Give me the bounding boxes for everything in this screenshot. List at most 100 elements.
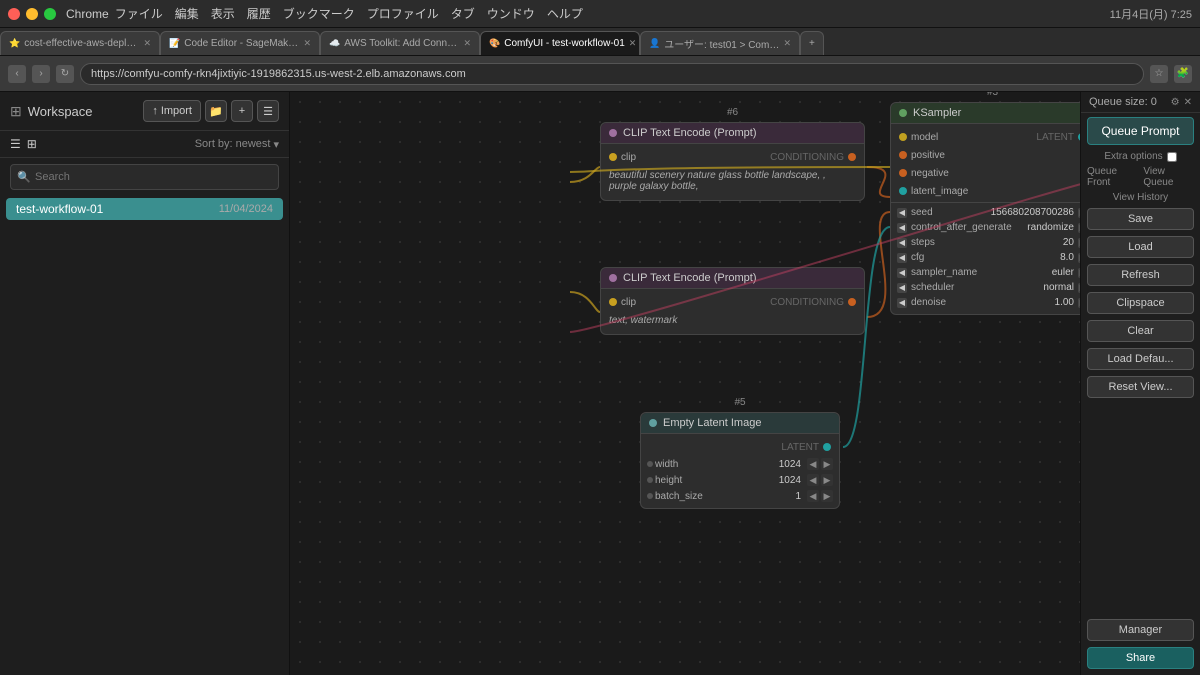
canvas-area[interactable]: #6 CLIP Text Encode (Prompt) clip CONDIT… [290, 92, 1080, 675]
tab-4-close[interactable]: ✕ [629, 38, 637, 49]
tab-1[interactable]: ⭐ cost-effective-aws-deploym... ✕ [0, 31, 160, 55]
menu-bookmark[interactable]: ブックマーク [283, 5, 355, 22]
menu-history[interactable]: 履歴 [247, 5, 271, 22]
tab-2[interactable]: 📝 Code Editor - SageMaker Stu... ✕ [160, 31, 320, 55]
cfg-right-btn[interactable]: ▶ [1078, 253, 1080, 263]
clip2-in-label: clip [621, 297, 636, 308]
cfg-value: 8.0 [1005, 252, 1074, 263]
folder-button[interactable]: 📁 [205, 100, 227, 122]
seed-expand[interactable]: ◀ [897, 208, 907, 218]
back-button[interactable]: ‹ [8, 65, 26, 83]
list-view-icon[interactable]: ☰ [10, 137, 21, 151]
sampler-label: sampler_name [911, 267, 1001, 278]
node-number-6: #6 [727, 107, 738, 118]
menu-tab[interactable]: タブ [451, 5, 475, 22]
extra-options-checkbox[interactable] [1167, 152, 1177, 162]
reset-view-button[interactable]: Reset View... [1087, 376, 1194, 398]
tab-5[interactable]: 👤 ユーザー: test01 > ComfyUlus... ✕ [640, 31, 800, 55]
load-default-button[interactable]: Load Defau... [1087, 348, 1194, 370]
system-bar: Chrome ファイル 編集 表示 履歴 ブックマーク プロファイル タブ ウン… [0, 0, 1200, 28]
width-decrease[interactable]: ◀ [807, 458, 819, 470]
new-tab-btn[interactable]: + [800, 31, 824, 55]
traffic-light-yellow[interactable] [26, 8, 38, 20]
forward-button[interactable]: › [32, 65, 50, 83]
scheduler-right-btn[interactable]: ▶ [1078, 283, 1080, 293]
bookmark-btn[interactable]: ☆ [1150, 65, 1168, 83]
clip2-text: text, watermark [601, 311, 864, 330]
steps-right-btn[interactable]: ▶ [1078, 238, 1080, 248]
traffic-light-red[interactable] [8, 8, 20, 20]
add-workflow-button[interactable]: + [231, 100, 253, 122]
queue-close-icon[interactable]: ✕ [1184, 97, 1192, 108]
url-text: https://comfyu-comfy-rkn4jixtiyic-191986… [91, 68, 466, 80]
app-name: Chrome [66, 7, 109, 21]
manager-button[interactable]: Manager [1087, 619, 1194, 641]
positive-in-dot [899, 151, 907, 159]
traffic-light-green[interactable] [44, 8, 56, 20]
menu-file[interactable]: ファイル [115, 5, 163, 22]
tab-3[interactable]: ☁️ AWS Toolkit: Add Connection... ✕ [320, 31, 480, 55]
negative-label: negative [911, 168, 949, 179]
extra-options-label: Extra options [1104, 151, 1162, 162]
menu-help[interactable]: ヘルプ [547, 5, 583, 22]
view-history-btn[interactable]: View History [1113, 192, 1168, 203]
grid-view-icon[interactable]: ⊞ [27, 137, 37, 151]
clear-button[interactable]: Clear [1087, 320, 1194, 342]
node-port-clip1-in: clip CONDITIONING [601, 148, 864, 166]
clipspace-button[interactable]: Clipspace [1087, 292, 1194, 314]
height-decrease[interactable]: ◀ [807, 474, 819, 486]
workflow-item-1[interactable]: test-workflow-01 11/04/2024 [6, 198, 283, 220]
batch-increase[interactable]: ▶ [821, 490, 833, 502]
batch-decrease[interactable]: ◀ [807, 490, 819, 502]
tab-3-close[interactable]: ✕ [463, 38, 471, 49]
width-increase[interactable]: ▶ [821, 458, 833, 470]
queue-settings-icon[interactable]: ⚙ [1171, 97, 1180, 108]
control-right-btn[interactable]: ▶ [1078, 223, 1080, 233]
height-increase[interactable]: ▶ [821, 474, 833, 486]
node-dot-clip1 [609, 129, 617, 137]
save-button[interactable]: Save [1087, 208, 1194, 230]
refresh-button-panel[interactable]: Refresh [1087, 264, 1194, 286]
sampler-right-btn[interactable]: ▶ [1078, 268, 1080, 278]
cfg-expand[interactable]: ◀ [897, 253, 907, 263]
control-expand[interactable]: ◀ [897, 223, 907, 233]
tab-4[interactable]: 🎨 ComfyUI - test-workflow-01 ✕ [480, 31, 640, 55]
seed-right-btn[interactable]: ▶ [1078, 208, 1080, 218]
menu-button[interactable]: ☰ [257, 100, 279, 122]
menu-window[interactable]: ウンドウ [487, 5, 535, 22]
positive-label: positive [911, 150, 945, 161]
menu-profile[interactable]: プロファイル [367, 5, 439, 22]
menu-view[interactable]: 表示 [211, 5, 235, 22]
import-button[interactable]: ↑ Import [143, 100, 201, 122]
latent-out-dot [823, 443, 831, 451]
tab-2-close[interactable]: ✕ [303, 38, 311, 49]
node-ksampler: #3 KSampler model LATENT [890, 102, 1080, 315]
node-body-latent: LATENT width 1024 ◀ ▶ height 1024 ◀ ▶ [641, 434, 839, 508]
refresh-button[interactable]: ↻ [56, 65, 74, 83]
scheduler-expand[interactable]: ◀ [897, 283, 907, 293]
node-number-3: #3 [987, 92, 998, 98]
sidebar: ⊞ Workspace ↑ Import 📁 + ☰ ☰ ⊞ Sort by: … [0, 92, 290, 675]
steps-expand[interactable]: ◀ [897, 238, 907, 248]
tab-5-close[interactable]: ✕ [783, 38, 791, 49]
sort-chevron-icon: ▾ [273, 138, 279, 151]
extension-btn[interactable]: 🧩 [1174, 65, 1192, 83]
share-button[interactable]: Share [1087, 647, 1194, 669]
menu-edit[interactable]: 編集 [175, 5, 199, 22]
model-in-label: model [911, 132, 938, 143]
height-row: height 1024 ◀ ▶ [641, 472, 839, 488]
sort-selector[interactable]: Sort by: newest ▾ [195, 138, 279, 151]
latent-out-row: LATENT [641, 438, 839, 456]
clip1-text: beautiful scenery nature glass bottle la… [601, 166, 864, 196]
denoise-right-btn[interactable]: ▶ [1078, 298, 1080, 308]
datetime: 11月4日(月) 7:25 [1110, 6, 1192, 22]
queue-prompt-button[interactable]: Queue Prompt [1087, 117, 1194, 145]
search-input[interactable] [10, 164, 279, 190]
queue-front-btn[interactable]: Queue Front [1087, 166, 1139, 188]
url-bar[interactable]: https://comfyu-comfy-rkn4jixtiyic-191986… [80, 63, 1144, 85]
view-queue-btn[interactable]: View Queue [1143, 166, 1194, 188]
denoise-expand[interactable]: ◀ [897, 298, 907, 308]
load-button[interactable]: Load [1087, 236, 1194, 258]
tab-1-close[interactable]: ✕ [143, 38, 151, 49]
sampler-expand[interactable]: ◀ [897, 268, 907, 278]
